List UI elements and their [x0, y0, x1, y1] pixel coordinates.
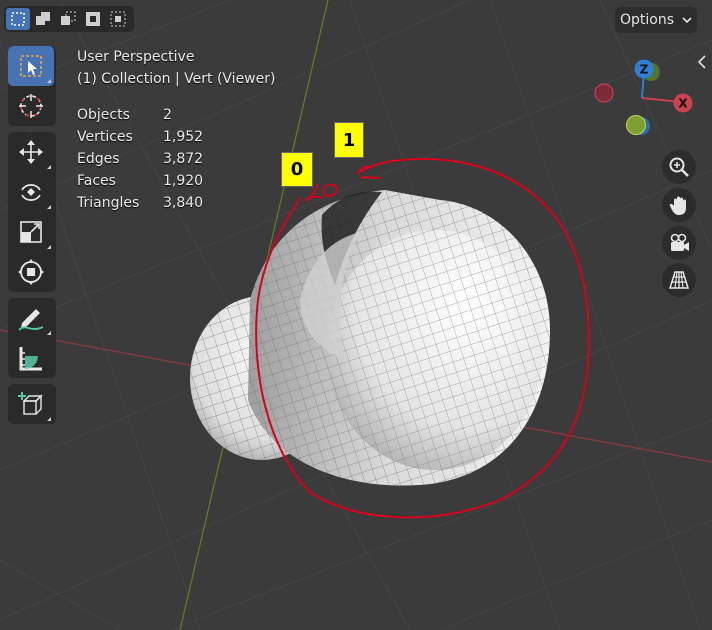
y-axis-icon[interactable]	[626, 115, 646, 135]
selection-mode-bar	[4, 6, 134, 32]
select-intersect-icon[interactable]	[106, 8, 130, 30]
select-subtract-icon[interactable]	[56, 8, 80, 30]
stat-value: 1,952	[163, 129, 204, 145]
stat-value: 2	[163, 107, 172, 123]
perspective-toggle-icon[interactable]	[662, 263, 696, 297]
select-box-tool[interactable]	[8, 46, 54, 86]
options-dropdown[interactable]: Options	[615, 7, 697, 33]
stat-label: Vertices	[77, 129, 133, 145]
scene-statistics: Objects 2 Vertices 1,952 Edges 3,872 Faces 1…	[77, 104, 275, 214]
annotation-tag-0: 0	[281, 152, 313, 187]
view-name: User Perspective	[77, 49, 195, 65]
neg-x-axis-icon[interactable]	[594, 83, 614, 103]
select-new-icon[interactable]	[6, 8, 30, 30]
cursor-tool[interactable]	[8, 86, 54, 126]
collection-line: (1) Collection | Vert (Viewer)	[77, 71, 276, 87]
navigation-gizmo[interactable]: Z X	[590, 56, 700, 140]
stat-value: 3,840	[163, 195, 204, 211]
add-cube-tool[interactable]	[8, 384, 54, 424]
mesh-object[interactable]	[190, 190, 550, 486]
camera-view-icon[interactable]	[662, 226, 696, 260]
move-tool[interactable]	[8, 132, 54, 172]
select-extend-icon[interactable]	[31, 8, 55, 30]
hand-pan-icon[interactable]	[662, 188, 696, 222]
select-invert-icon[interactable]	[81, 8, 105, 30]
rotate-tool[interactable]	[8, 172, 54, 212]
transform-tool[interactable]	[8, 252, 54, 292]
stat-label: Edges	[77, 151, 120, 167]
stat-label: Triangles	[77, 195, 140, 211]
tool-shelf	[8, 46, 56, 430]
stat-label: Faces	[77, 173, 116, 189]
stat-value: 3,872	[163, 151, 204, 167]
stat-label: Objects	[77, 107, 130, 123]
scale-tool[interactable]	[8, 212, 54, 252]
x-axis-label: X	[678, 97, 688, 111]
annotation-tag-1: 1	[334, 122, 364, 158]
measure-tool[interactable]	[8, 338, 54, 378]
z-axis-label: Z	[640, 63, 649, 77]
viewport-info-overlay: User Perspective (1) Collection | Vert (…	[77, 46, 275, 214]
stat-value: 1,920	[163, 173, 204, 189]
zoom-icon[interactable]	[662, 150, 696, 184]
options-label: Options	[619, 12, 675, 28]
chevron-down-icon	[682, 12, 692, 28]
annotate-tool[interactable]	[8, 298, 54, 338]
